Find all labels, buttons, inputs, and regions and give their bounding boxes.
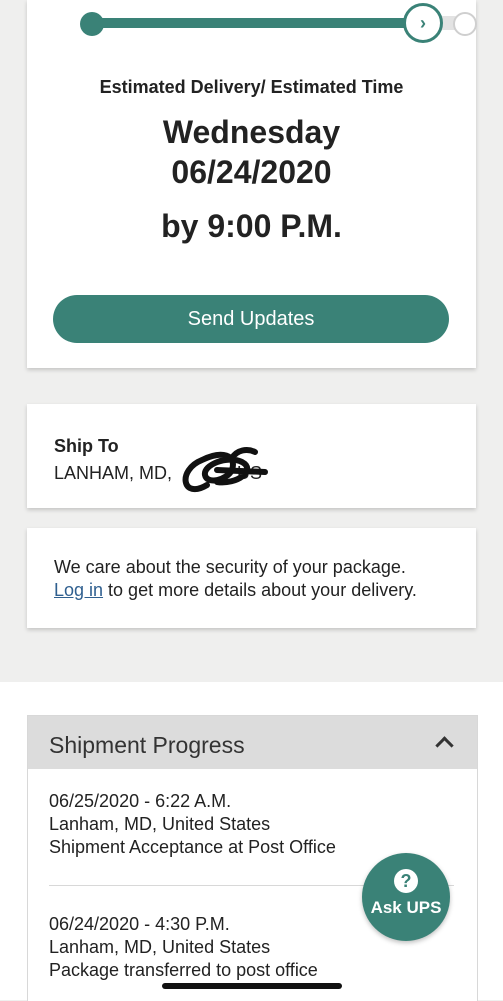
ship-to-title: Ship To [54, 436, 119, 456]
estimate-label: Estimated Delivery/ Estimated Time [99, 77, 404, 97]
event-location: Lanham, MD, United States [49, 814, 271, 834]
progress-track [89, 18, 419, 28]
progress-end-dot [453, 12, 477, 36]
address-prefix: LANHAM, MD, [54, 463, 173, 483]
security-card: We care about the security of your packa… [27, 528, 476, 628]
security-message: We care about the security of your packa… [54, 556, 417, 602]
chevron-right-icon: › [403, 3, 443, 43]
shipment-progress-header[interactable]: Shipment Progress [28, 716, 477, 769]
security-line-2: Log in to get more details about your de… [54, 579, 417, 602]
delivery-card: › Estimated Delivery/ Estimated Time Wed… [27, 0, 477, 368]
event-location: Lanham, MD, United States [49, 937, 271, 957]
progress-start-dot [80, 12, 104, 36]
event-activity: Shipment Acceptance at Post Office [49, 837, 336, 857]
send-updates-button[interactable]: Send Updates [53, 295, 449, 343]
home-indicator[interactable] [162, 983, 342, 989]
ask-ups-button[interactable]: ? Ask UPS [362, 853, 450, 941]
security-line-2-rest: to get more details about your delivery. [103, 580, 417, 600]
ask-ups-label: Ask UPS [370, 898, 442, 917]
ship-to-card: Ship To LANHAM, MD, US [27, 404, 476, 508]
event-datetime: 06/25/2020 - 6:22 A.M. [49, 791, 232, 811]
login-link[interactable]: Log in [54, 580, 103, 600]
progress-event: 06/25/2020 - 6:22 A.M. Lanham, MD, Unite… [49, 790, 336, 859]
event-activity: Package transferred to post office [49, 960, 318, 980]
security-line-1: We care about the security of your packa… [54, 557, 406, 577]
event-datetime: 06/24/2020 - 4:30 P.M. [49, 914, 230, 934]
question-icon: ? [394, 869, 418, 893]
estimate-day: Wednesday [162, 114, 341, 150]
redaction-scribble [182, 447, 268, 493]
estimate-time: by 9:00 P.M. [161, 208, 342, 244]
progress-event: 06/24/2020 - 4:30 P.M. Lanham, MD, Unite… [49, 913, 318, 982]
estimate-date: 06/24/2020 [171, 154, 332, 190]
chevron-up-icon[interactable] [435, 736, 454, 755]
shipment-progress-title: Shipment Progress [49, 732, 245, 758]
